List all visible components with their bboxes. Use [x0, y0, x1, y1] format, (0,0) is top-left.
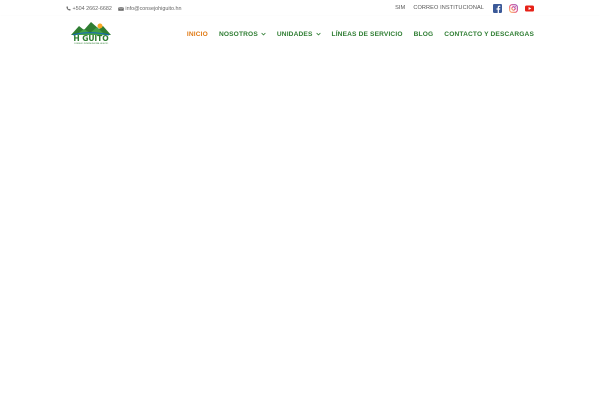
nav-item-label: LÍNEAS DE SERVICIO — [331, 30, 403, 38]
phone-icon — [66, 6, 71, 11]
chevron-down-icon — [315, 32, 321, 36]
main-navigation: INICIO NOSOTROS UNIDADES LÍNEAS DE SERVI… — [187, 29, 534, 39]
envelope-icon — [118, 6, 124, 11]
phone-contact[interactable]: +504 2662-6682 — [66, 6, 112, 12]
page-content — [0, 51, 600, 400]
nav-item-label: CONTACTO Y DESCARGAS — [444, 30, 534, 38]
email-contact[interactable]: info@consejohiguito.hn — [118, 6, 182, 12]
nav-item-label: UNIDADES — [276, 30, 313, 38]
correo-institucional-link[interactable]: CORREO INSTITUCIONAL — [413, 5, 484, 11]
nav-item-nosotros[interactable]: NOSOTROS — [219, 31, 266, 38]
logo-subtitle: CONSEJO INTERMUNICIPAL HIGUITO — [73, 42, 109, 45]
nav-item-lineas-de-servicio[interactable]: LÍNEAS DE SERVICIO — [332, 31, 403, 38]
top-links: SIM CORREO INSTITUCIONAL — [395, 3, 534, 13]
email-address: info@consejohiguito.hn — [125, 5, 182, 12]
nav-item-blog[interactable]: BLOG — [414, 31, 434, 38]
sim-link[interactable]: SIM — [395, 5, 405, 11]
nav-item-inicio[interactable]: INICIO — [187, 31, 208, 38]
instagram-icon[interactable] — [509, 3, 518, 13]
facebook-icon[interactable] — [493, 3, 502, 13]
chevron-down-icon — [261, 32, 266, 36]
nav-item-contacto-y-descargas[interactable]: CONTACTO Y DESCARGAS — [444, 31, 534, 38]
contact-info: +504 2662-6682 info@consejohiguito.hn — [66, 4, 182, 13]
phone-number: +504 2662-6682 — [72, 5, 112, 12]
top-bar: +504 2662-6682 info@consejohiguito.hn SI… — [0, 0, 600, 16]
social-links — [493, 3, 534, 13]
nav-item-label: BLOG — [413, 30, 434, 38]
nav-item-unidades[interactable]: UNIDADES — [277, 31, 321, 38]
main-header: H GUITO CONSEJO INTERMUNICIPAL HIGUITO I… — [0, 16, 600, 51]
nav-item-label: NOSOTROS — [218, 30, 258, 38]
youtube-icon[interactable] — [525, 4, 534, 13]
nav-item-label: INICIO — [186, 30, 208, 38]
